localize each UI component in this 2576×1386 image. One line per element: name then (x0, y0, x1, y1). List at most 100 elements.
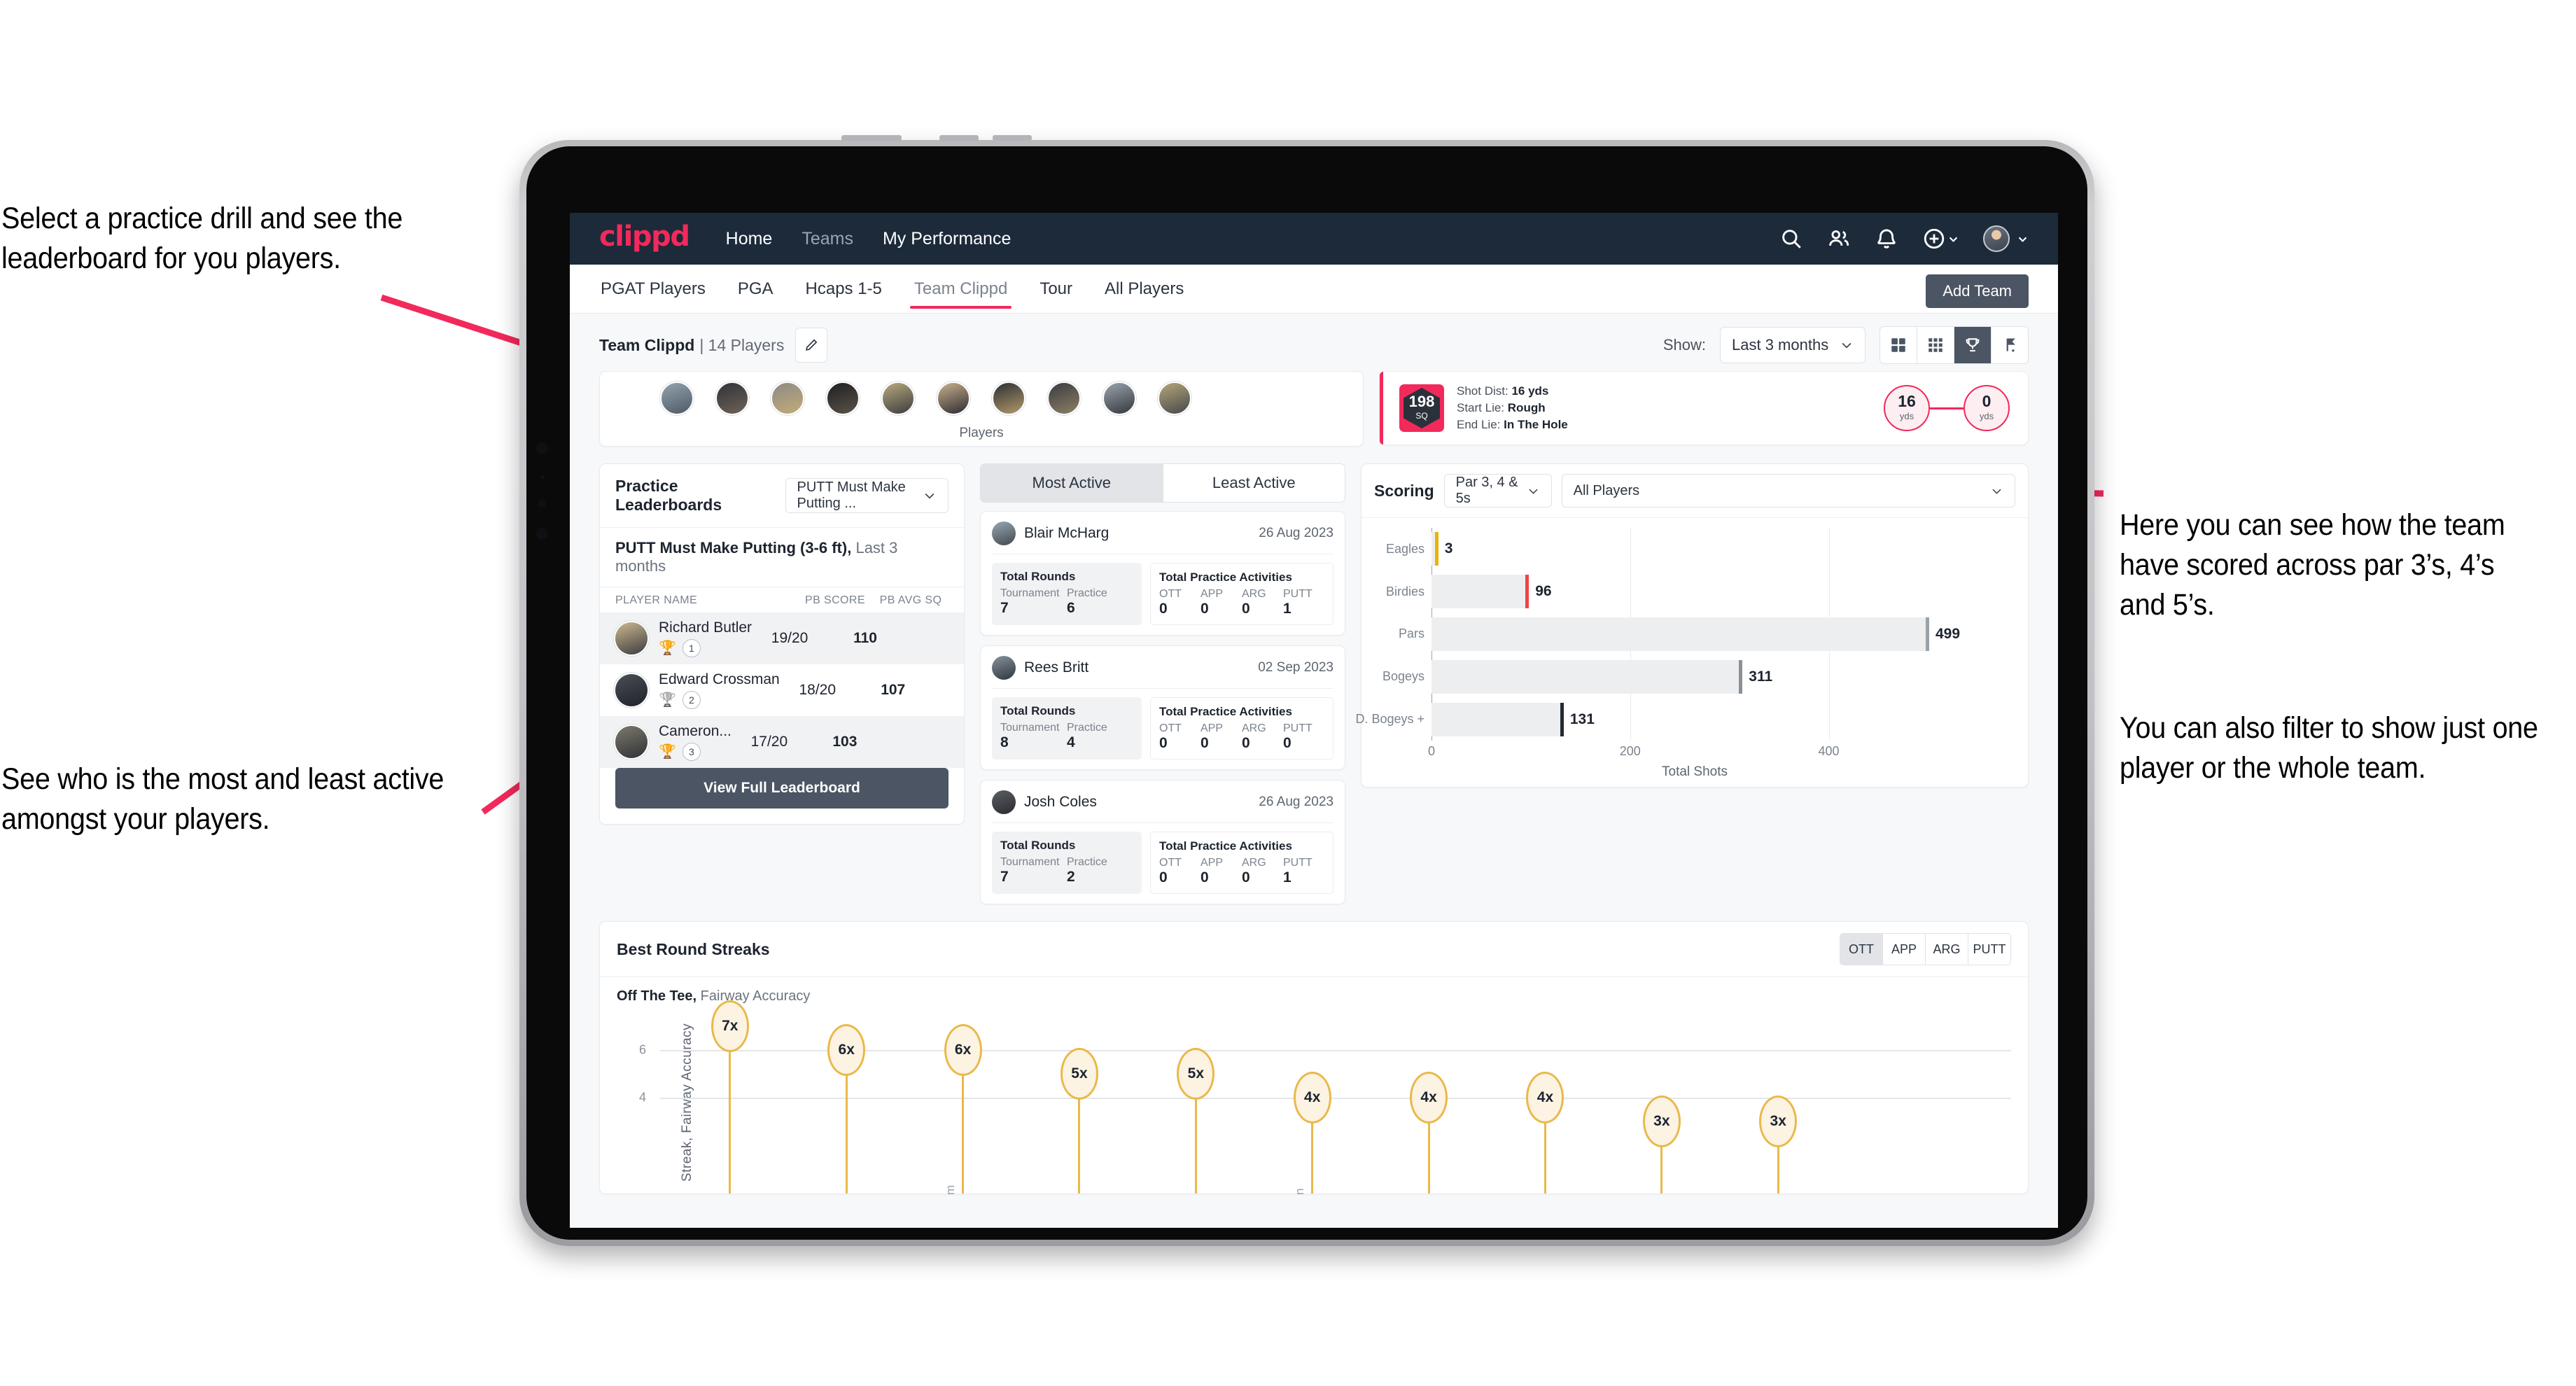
streak-bubble[interactable]: 3x (1759, 1096, 1798, 1148)
people-icon[interactable] (1827, 227, 1851, 251)
chart-bar-row: D. Bogeys + 131 (1355, 698, 1958, 741)
player-avatar[interactable] (937, 382, 970, 415)
start-yardage-unit: yds (1899, 410, 1914, 421)
players-strip-label: Players (959, 426, 1004, 440)
scoring-chart: 0 200 400 Eagles 3 Birdies 96 Pars 499 Bogeys 311 D… (1355, 517, 2028, 787)
segment-arg[interactable]: ARG (1926, 934, 1968, 965)
power-button (841, 135, 902, 141)
table-row[interactable]: Edward Crossman 🏆 2 18/20 107 (600, 664, 964, 716)
bar-category-label: Pars (1398, 626, 1424, 641)
show-filter-bar: Show: Last 3 months (1663, 326, 2029, 364)
pencil-icon[interactable] (795, 328, 828, 363)
view-full-leaderboard-button[interactable]: View Full Leaderboard (615, 768, 948, 808)
pa-key-putt: PUTT (1283, 722, 1312, 734)
pa-value-arg: 0 (1242, 735, 1250, 751)
pa-key-ott: OTT (1159, 857, 1182, 869)
player-avatar[interactable] (1047, 382, 1081, 415)
streak-bubble[interactable]: 4x (1526, 1072, 1564, 1124)
flag-icon[interactable] (1991, 327, 2028, 363)
table-row[interactable]: Cameron... 🏆 3 17/20 103 (600, 716, 964, 768)
practice-activities-title: Total Practice Activities (1159, 839, 1292, 853)
chevron-down-icon-par (1529, 489, 1538, 494)
player-avatar[interactable] (826, 382, 860, 415)
tab-team-clippd[interactable]: Team Clippd (909, 265, 1012, 313)
tab-most-active[interactable]: Most Active (981, 464, 1163, 502)
app-screen: clippd Home Teams My Performance PGAT Pl… (570, 213, 2058, 1228)
range-select[interactable]: Last 3 months (1720, 327, 1865, 363)
rounds-value-tournament: 7 (1000, 600, 1009, 616)
streak-bubble[interactable]: 5x (1060, 1047, 1098, 1100)
search-icon[interactable] (1779, 227, 1803, 251)
chart-bar: 96 (1432, 575, 1552, 609)
streak-bubble[interactable]: 4x (1410, 1072, 1448, 1124)
trophy-icon: 🏆 (659, 743, 676, 760)
player-avatar[interactable] (1158, 382, 1191, 415)
streak-bubble[interactable]: 4x (1293, 1072, 1331, 1124)
leaderboard-subtitle-bold: PUTT Must Make Putting (3-6 ft), (615, 539, 852, 556)
segment-ott[interactable]: OTT (1840, 934, 1883, 965)
avatar (992, 522, 1016, 545)
leaderboard-avg-sq: 110 (853, 630, 877, 646)
player-avatar[interactable] (881, 382, 915, 415)
pa-key-putt: PUTT (1283, 588, 1312, 600)
tab-pga[interactable]: PGA (736, 265, 775, 313)
grid-large-icon[interactable] (1880, 327, 1917, 363)
pa-value-app: 0 (1200, 735, 1209, 751)
activity-card: Rees Britt 02 Sep 2023 Total Rounds Tour… (980, 645, 1345, 770)
rounds-key-practice: Practice (1067, 722, 1107, 734)
chevron-down-icon[interactable] (1947, 233, 1959, 245)
segment-putt[interactable]: PUTT (1968, 934, 2010, 965)
shot-quality-unit: SQ (1415, 411, 1428, 421)
volume-button-down (993, 135, 1032, 141)
trophy-icon[interactable] (1954, 327, 1991, 363)
drill-select[interactable]: PUTT Must Make Putting ... (785, 478, 948, 513)
player-avatar[interactable] (715, 382, 749, 415)
pa-value-putt: 1 (1283, 601, 1292, 617)
bar-cap (1739, 659, 1743, 694)
grid-small-icon[interactable] (1917, 327, 1954, 363)
bar-value-label: 311 (1749, 668, 1773, 685)
clippd-logo[interactable]: clippd (599, 223, 690, 251)
yardage-connector (1930, 407, 1963, 410)
activity-date: 26 Aug 2023 (1259, 526, 1334, 540)
total-rounds-block: Total Rounds Tournament 8 Practice 4 (992, 697, 1142, 760)
sensor-dot-2 (538, 500, 546, 507)
tab-hcaps-1-5[interactable]: Hcaps 1-5 (804, 265, 883, 313)
nav-link-home[interactable]: Home (726, 229, 773, 249)
player-avatar[interactable] (660, 382, 694, 415)
streak-bubble[interactable]: 3x (1642, 1096, 1681, 1148)
chevron-down-icon-account[interactable] (2017, 233, 2029, 245)
streak-bubble[interactable]: 6x (827, 1023, 866, 1076)
nav-link-teams[interactable]: Teams (802, 229, 853, 249)
streak-bubble[interactable]: 6x (944, 1023, 982, 1076)
view-mode-toggle[interactable] (1879, 326, 2029, 364)
chart-bar: 311 (1432, 659, 1772, 694)
streak-bubble[interactable]: 5x (1177, 1047, 1215, 1100)
nav-link-my-performance[interactable]: My Performance (883, 229, 1011, 249)
sensor-dot (540, 475, 545, 479)
tab-pgat-players[interactable]: PGAT Players (599, 265, 707, 313)
bell-icon[interactable] (1875, 227, 1898, 251)
player-avatar[interactable] (1102, 382, 1136, 415)
tab-all-players[interactable]: All Players (1103, 265, 1185, 313)
player-avatar[interactable] (992, 382, 1026, 415)
leaderboard-title: Practice Leaderboards (615, 477, 722, 514)
par-select[interactable]: Par 3, 4 & 5s (1443, 474, 1552, 507)
rounds-value-tournament: 8 (1000, 734, 1009, 750)
table-row[interactable]: Richard Butler 🏆 1 19/20 110 (600, 612, 964, 664)
tab-tour[interactable]: Tour (1038, 265, 1074, 313)
segment-app[interactable]: APP (1883, 934, 1926, 965)
add-team-button[interactable]: Add Team (1926, 274, 2029, 308)
tab-least-active[interactable]: Least Active (1162, 464, 1345, 502)
player-avatar[interactable] (771, 382, 804, 415)
player-filter-select[interactable]: All Players (1561, 474, 2015, 507)
x-axis-tick: 0 (1427, 744, 1436, 758)
plus-circle-icon[interactable] (1922, 227, 1946, 251)
avatar[interactable] (1983, 225, 2010, 252)
bar-category-label: Bogeys (1382, 669, 1424, 684)
col-pb-avg-sq: PB AVG SQ (879, 594, 942, 606)
streak-bubble[interactable]: 7x (710, 1000, 749, 1052)
trophy-icon: 🏆 (659, 692, 676, 708)
bar-cap (1525, 575, 1530, 609)
rounds-key-practice: Practice (1067, 587, 1107, 599)
